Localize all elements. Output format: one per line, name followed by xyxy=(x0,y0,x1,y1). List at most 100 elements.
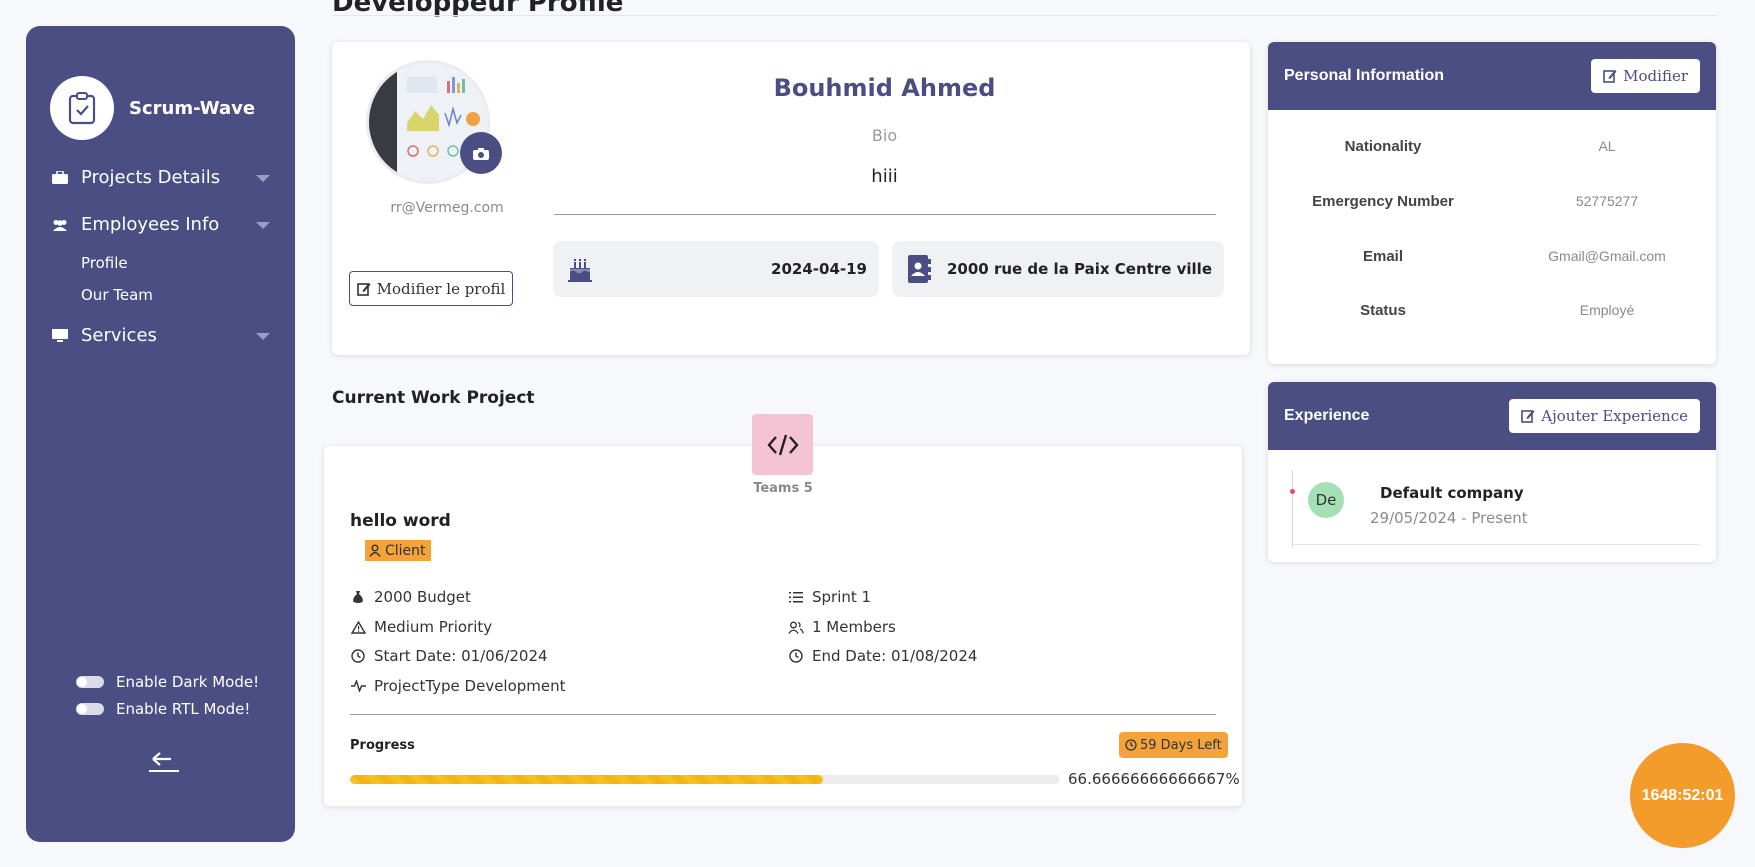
project-card[interactable]: hello word Client 2000 Budget Medium Pri… xyxy=(324,446,1242,806)
code-icon xyxy=(766,434,799,455)
chevron-down-icon xyxy=(256,332,270,340)
birthdate-pill: 2024-04-19 xyxy=(553,241,879,297)
profile-name: Bouhmid Ahmed xyxy=(773,74,996,102)
chevron-down-icon xyxy=(256,221,270,229)
profile-card: rr@Vermeg.com Modifier le profil Bouhmid… xyxy=(332,42,1250,355)
brand-name: Scrum-Wave xyxy=(129,97,256,119)
days-left-text: 59 Days Left xyxy=(1140,737,1222,753)
members-text: 1 Members xyxy=(812,618,896,636)
experience-divider xyxy=(1293,544,1700,545)
bio-label: Bio xyxy=(871,126,898,145)
change-photo-button[interactable] xyxy=(460,132,502,174)
profile-email: rr@Vermeg.com xyxy=(390,200,504,216)
project-divider xyxy=(350,714,1216,715)
profile-divider xyxy=(554,214,1216,215)
current-project-title: Current Work Project xyxy=(332,388,535,408)
bio-text: hiii xyxy=(871,166,898,187)
sidebar-item-projects-details[interactable]: Projects Details xyxy=(50,167,270,188)
briefcase-icon xyxy=(50,171,70,185)
sprint-meta: Sprint 1 xyxy=(788,588,871,606)
sidebar-item-label: Employees Info xyxy=(81,214,220,235)
sidebar-item-label: Projects Details xyxy=(81,167,221,188)
info-key: Nationality xyxy=(1344,138,1422,155)
rtl-mode-toggle-row: Enable RTL Mode! xyxy=(76,700,250,718)
project-type-text: ProjectType Development xyxy=(374,677,566,695)
session-timer[interactable]: 1648:52:01 xyxy=(1630,743,1735,848)
header-divider xyxy=(332,15,1717,16)
add-experience-label: Ajouter Experience xyxy=(1541,407,1688,425)
clock-icon xyxy=(788,649,804,663)
progress-bar xyxy=(350,775,1060,784)
project-name: hello word xyxy=(350,511,451,531)
rtl-mode-label: Enable RTL Mode! xyxy=(116,700,251,718)
start-date-text: Start Date: 01/06/2024 xyxy=(374,647,548,665)
personal-info-header: Personal Information Modifier xyxy=(1268,42,1716,110)
timeline-line xyxy=(1292,470,1293,548)
info-value: AL xyxy=(1598,138,1616,154)
brand[interactable]: Scrum-Wave xyxy=(50,76,255,140)
clipboard-check-icon xyxy=(50,76,114,140)
sidebar-subitem-profile[interactable]: Profile xyxy=(81,254,128,272)
address-pill: 2000 rue de la Paix Centre ville xyxy=(892,241,1224,297)
edit-icon xyxy=(1603,70,1617,83)
rtl-mode-toggle[interactable] xyxy=(76,703,104,715)
sidebar: Scrum-Wave Projects Details Employees In… xyxy=(26,26,295,842)
add-experience-button[interactable]: Ajouter Experience xyxy=(1509,399,1700,433)
list-icon xyxy=(788,591,804,603)
edit-icon xyxy=(1521,410,1535,423)
sidebar-subitem-our-team[interactable]: Our Team xyxy=(81,286,153,304)
edit-profile-label: Modifier le profil xyxy=(376,279,506,298)
warning-icon xyxy=(350,620,366,634)
dark-mode-toggle-row: Enable Dark Mode! xyxy=(76,673,259,691)
priority-text: Medium Priority xyxy=(374,618,493,636)
edit-profile-button[interactable]: Modifier le profil xyxy=(349,271,513,306)
money-bag-icon xyxy=(350,590,366,604)
priority-meta: Medium Priority xyxy=(350,618,492,636)
info-row-status: Status Employé xyxy=(1268,302,1716,319)
experience-title: Experience xyxy=(1284,407,1370,424)
project-code-badge xyxy=(752,414,813,475)
days-left-badge: 59 Days Left xyxy=(1119,732,1228,758)
teams-count: Teams 5 xyxy=(753,481,813,496)
info-key: Status xyxy=(1360,302,1406,319)
info-value: Employé xyxy=(1579,302,1635,318)
logout-button[interactable] xyxy=(146,751,182,779)
dark-mode-label: Enable Dark Mode! xyxy=(116,673,260,691)
modify-personal-info-button[interactable]: Modifier xyxy=(1591,59,1700,93)
client-tag-label: Client xyxy=(385,542,426,559)
experience-card: Experience Ajouter Experience De Default… xyxy=(1268,382,1716,562)
birthdate-value: 2024-04-19 xyxy=(771,260,867,278)
address-value: 2000 rue de la Paix Centre ville xyxy=(946,260,1212,278)
users-icon xyxy=(50,218,70,232)
activity-icon xyxy=(350,680,366,692)
clock-icon xyxy=(350,649,366,663)
dark-mode-toggle[interactable] xyxy=(76,676,104,688)
modify-label: Modifier xyxy=(1623,67,1688,85)
clock-icon xyxy=(1125,739,1137,751)
user-icon xyxy=(369,544,381,557)
progress-percent: 66.66666666666667% xyxy=(1068,770,1240,788)
timeline-dot xyxy=(1290,489,1295,494)
client-tag: Client xyxy=(365,540,431,561)
info-row-nationality: Nationality AL xyxy=(1268,138,1716,155)
monitor-icon xyxy=(50,328,70,343)
experience-dates: 29/05/2024 - Present xyxy=(1370,509,1528,527)
info-value: 52775277 xyxy=(1575,193,1639,209)
company-avatar: De xyxy=(1308,482,1344,518)
sidebar-item-employees-info[interactable]: Employees Info xyxy=(50,214,270,235)
info-row-emergency-number: Emergency Number 52775277 xyxy=(1268,193,1716,210)
progress-label: Progress xyxy=(350,738,415,753)
info-key: Email xyxy=(1362,248,1404,265)
sprint-text: Sprint 1 xyxy=(812,588,872,606)
members-meta: 1 Members xyxy=(788,618,896,636)
experience-header: Experience Ajouter Experience xyxy=(1268,382,1716,450)
chevron-down-icon xyxy=(256,174,270,182)
progress-bar-fill xyxy=(350,775,824,784)
logout-arrow-icon xyxy=(149,752,179,772)
info-value: Gmail@Gmail.com xyxy=(1548,248,1666,264)
sidebar-item-services[interactable]: Services xyxy=(50,325,270,346)
info-key: Emergency Number xyxy=(1312,193,1454,210)
personal-info-card: Personal Information Modifier Nationalit… xyxy=(1268,42,1716,364)
start-date-meta: Start Date: 01/06/2024 xyxy=(350,647,548,665)
edit-icon xyxy=(356,282,371,296)
